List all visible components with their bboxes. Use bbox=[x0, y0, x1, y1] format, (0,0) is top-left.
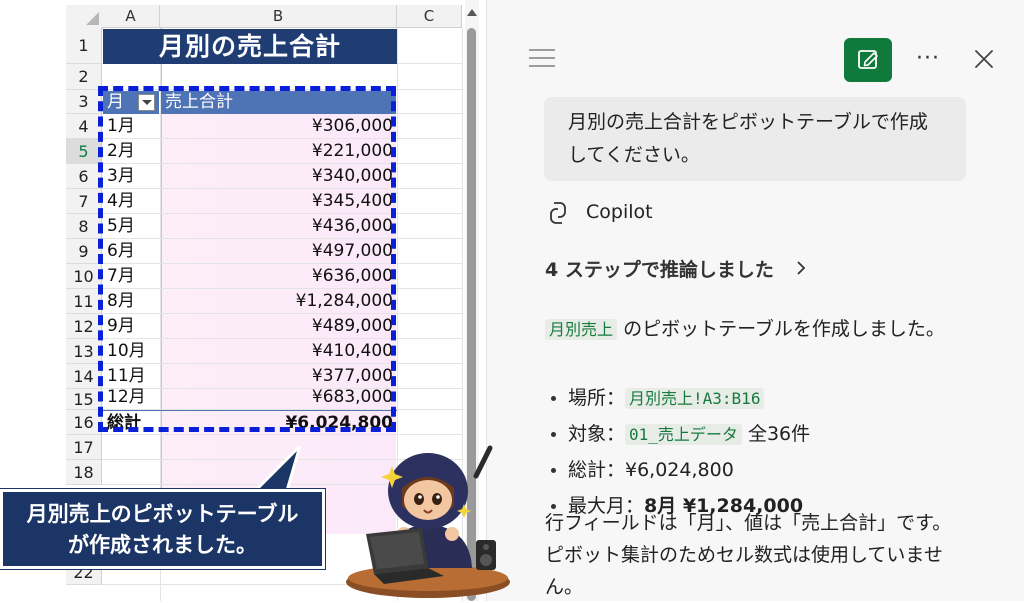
row-header-2[interactable]: 2 bbox=[66, 64, 102, 90]
sheet-name-code[interactable]: 月別売上 bbox=[545, 319, 618, 340]
pivot-highlight-dashed-frame bbox=[98, 86, 396, 432]
row-header-5[interactable]: 5 bbox=[66, 139, 102, 164]
column-header-c[interactable]: C bbox=[397, 5, 462, 28]
new-chat-button[interactable] bbox=[844, 38, 892, 82]
row-header-12[interactable]: 12 bbox=[66, 314, 102, 339]
row-header-9[interactable]: 9 bbox=[66, 239, 102, 264]
annotation-callout: 月別売上のピボットテーブル が作成されました。 bbox=[0, 489, 325, 569]
bullet-label: 総計：¥6,024,800 bbox=[568, 459, 734, 481]
ninja-mascot-illustration bbox=[346, 445, 510, 598]
sheet-title-cell[interactable]: 月別の売上合計 bbox=[103, 29, 397, 64]
source-sheet-code[interactable]: 01_売上データ bbox=[625, 424, 742, 445]
row-header-16[interactable]: 16 bbox=[66, 410, 102, 435]
copilot-pane: ··· 月別の売上合計をピボットテーブルで作成してください。 Copilot 4… bbox=[486, 0, 1024, 601]
row-header-18[interactable]: 18 bbox=[66, 460, 102, 485]
row-header-17[interactable]: 17 bbox=[66, 435, 102, 460]
list-item: 総計：¥6,024,800 bbox=[545, 454, 965, 490]
assistant-result-text: 月別売上 のピボットテーブルを作成しました。 bbox=[545, 313, 965, 346]
row-header-3[interactable]: 3 bbox=[66, 90, 102, 114]
row-header-6[interactable]: 6 bbox=[66, 164, 102, 189]
select-all-corner[interactable] bbox=[66, 5, 103, 29]
column-header-b[interactable]: B bbox=[160, 5, 397, 28]
result-sentence: のピボットテーブルを作成しました。 bbox=[623, 318, 945, 340]
list-item: 対象： 01_売上データ 全36件 bbox=[545, 418, 965, 454]
row-header-4[interactable]: 4 bbox=[66, 114, 102, 139]
callout-line-2: が作成されました。 bbox=[68, 533, 257, 557]
location-code[interactable]: 月別売上!A3:B16 bbox=[625, 388, 765, 409]
reasoning-steps-toggle[interactable]: 4 ステップで推論しました bbox=[545, 255, 774, 282]
row-header-13[interactable]: 13 bbox=[66, 339, 102, 364]
chevron-right-icon[interactable] bbox=[795, 257, 807, 279]
callout-line-1: 月別売上のピボットテーブル bbox=[26, 502, 299, 526]
row-header-15[interactable]: 15 bbox=[66, 389, 102, 410]
bullet-label: 対象： bbox=[568, 423, 626, 445]
row-header-8[interactable]: 8 bbox=[66, 214, 102, 239]
row-header-7[interactable]: 7 bbox=[66, 189, 102, 214]
result-details-list: 場所： 月別売上!A3:B16 対象： 01_売上データ 全36件 総計：¥6,02… bbox=[545, 382, 965, 526]
row-header-11[interactable]: 11 bbox=[66, 289, 102, 314]
row-header-1[interactable]: 1 bbox=[66, 28, 102, 64]
assistant-note-text: 行フィールドは「月」、値は「売上合計」です。ピボット集計のためセル数式は使用して… bbox=[545, 512, 952, 598]
bullet-label: 場所： bbox=[568, 387, 626, 409]
record-count: 全36件 bbox=[747, 423, 811, 445]
copilot-logo-icon bbox=[545, 200, 571, 226]
list-item: 場所： 月別売上!A3:B16 bbox=[545, 382, 965, 418]
column-header-a[interactable]: A bbox=[102, 5, 160, 28]
user-message-bubble: 月別の売上合計をピボットテーブルで作成してください。 bbox=[544, 97, 966, 181]
scroll-up-icon[interactable] bbox=[465, 6, 479, 20]
menu-icon[interactable] bbox=[529, 49, 555, 67]
assistant-name: Copilot bbox=[586, 201, 653, 223]
row-header-14[interactable]: 14 bbox=[66, 364, 102, 389]
close-icon[interactable] bbox=[973, 48, 995, 70]
row-header-10[interactable]: 10 bbox=[66, 264, 102, 289]
edit-icon bbox=[858, 50, 878, 69]
more-options-icon[interactable]: ··· bbox=[915, 44, 941, 74]
